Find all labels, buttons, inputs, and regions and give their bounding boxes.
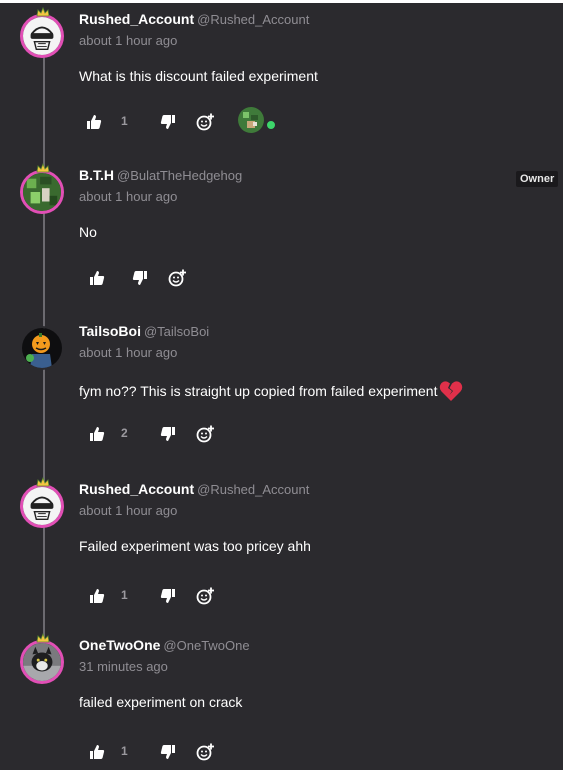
timestamp: about 1 hour ago bbox=[79, 189, 178, 204]
dislike-button[interactable] bbox=[132, 267, 148, 289]
comment-text: What is this discount failed experiment bbox=[79, 68, 318, 84]
comment-actions bbox=[86, 267, 386, 289]
display-name[interactable]: TailsoBoi bbox=[79, 323, 141, 339]
timestamp: about 1 hour ago bbox=[79, 503, 178, 518]
add-reaction-icon bbox=[196, 587, 214, 605]
avatar[interactable] bbox=[20, 640, 64, 684]
add-reaction-icon bbox=[196, 425, 214, 443]
like-count: 1 bbox=[121, 744, 128, 758]
add-reaction-icon bbox=[196, 743, 214, 761]
add-reaction-button[interactable] bbox=[196, 423, 214, 445]
crown-icon bbox=[36, 7, 50, 17]
avatar[interactable] bbox=[20, 326, 64, 370]
avatar[interactable] bbox=[20, 170, 64, 214]
avatar[interactable] bbox=[20, 484, 64, 528]
user-handle[interactable]: @Rushed_Account bbox=[197, 482, 309, 497]
thumbs-up-icon bbox=[90, 271, 105, 285]
thumbs-down-icon bbox=[160, 427, 175, 441]
reaction-avatar[interactable] bbox=[238, 107, 264, 133]
like-count: 1 bbox=[121, 588, 128, 602]
comment-text: failed experiment on crack bbox=[79, 694, 243, 710]
crown-icon bbox=[36, 633, 50, 643]
add-reaction-icon bbox=[168, 269, 186, 287]
comment-text: Failed experiment was too pricey ahh bbox=[79, 538, 311, 554]
add-reaction-button[interactable] bbox=[168, 267, 186, 289]
comment-text: No bbox=[79, 224, 97, 240]
like-count: 1 bbox=[121, 114, 128, 128]
thumbs-up-icon bbox=[90, 589, 105, 603]
comment-thread: Rushed_Account @Rushed_Account about 1 ho… bbox=[0, 3, 563, 770]
comment-actions: 1 bbox=[86, 585, 386, 607]
add-reaction-button[interactable] bbox=[196, 741, 214, 763]
comment-actions: 1 bbox=[86, 741, 386, 763]
timestamp: 31 minutes ago bbox=[79, 659, 168, 674]
user-handle[interactable]: @BulatTheHedgehog bbox=[117, 168, 242, 183]
timestamp: about 1 hour ago bbox=[79, 345, 178, 360]
user-handle[interactable]: @TailsoBoi bbox=[144, 324, 209, 339]
thumbs-down-icon bbox=[160, 589, 175, 603]
like-count: 2 bbox=[121, 426, 128, 440]
crown-icon bbox=[36, 163, 50, 173]
display-name[interactable]: OneTwoOne bbox=[79, 637, 160, 653]
user-handle[interactable]: @Rushed_Account bbox=[197, 12, 309, 27]
like-button[interactable] bbox=[89, 267, 105, 289]
dislike-button[interactable] bbox=[160, 423, 176, 445]
comment-actions: 2 bbox=[86, 423, 386, 445]
comment-actions: 1 bbox=[86, 107, 386, 133]
like-button[interactable] bbox=[89, 741, 105, 763]
thumbs-up-icon bbox=[90, 427, 105, 441]
display-name[interactable]: B.T.H bbox=[79, 167, 114, 183]
broken-heart-icon bbox=[440, 381, 463, 401]
like-button[interactable] bbox=[89, 423, 105, 445]
dislike-button[interactable] bbox=[160, 741, 176, 763]
owner-badge: Owner bbox=[516, 171, 559, 187]
add-reaction-button[interactable] bbox=[196, 111, 214, 133]
crown-icon bbox=[36, 477, 50, 487]
avatar[interactable] bbox=[20, 14, 64, 58]
add-reaction-button[interactable] bbox=[196, 585, 214, 607]
add-reaction-icon bbox=[196, 113, 214, 131]
timestamp: about 1 hour ago bbox=[79, 33, 178, 48]
comment-body: fym no?? This is straight up copied from… bbox=[79, 380, 463, 402]
comment-text: fym no?? This is straight up copied from… bbox=[79, 383, 438, 399]
like-button[interactable] bbox=[89, 585, 105, 607]
dislike-button[interactable] bbox=[160, 585, 176, 607]
online-status-dot bbox=[266, 120, 276, 130]
like-button[interactable] bbox=[86, 111, 102, 133]
display-name[interactable]: Rushed_Account bbox=[79, 481, 194, 497]
thumbs-down-icon bbox=[132, 271, 147, 285]
thumbs-down-icon bbox=[160, 115, 175, 129]
thumbs-up-icon bbox=[87, 115, 102, 129]
dislike-button[interactable] bbox=[160, 111, 176, 133]
thumbs-down-icon bbox=[160, 745, 175, 759]
display-name[interactable]: Rushed_Account bbox=[79, 11, 194, 27]
user-handle[interactable]: @OneTwoOne bbox=[163, 638, 249, 653]
thumbs-up-icon bbox=[90, 745, 105, 759]
